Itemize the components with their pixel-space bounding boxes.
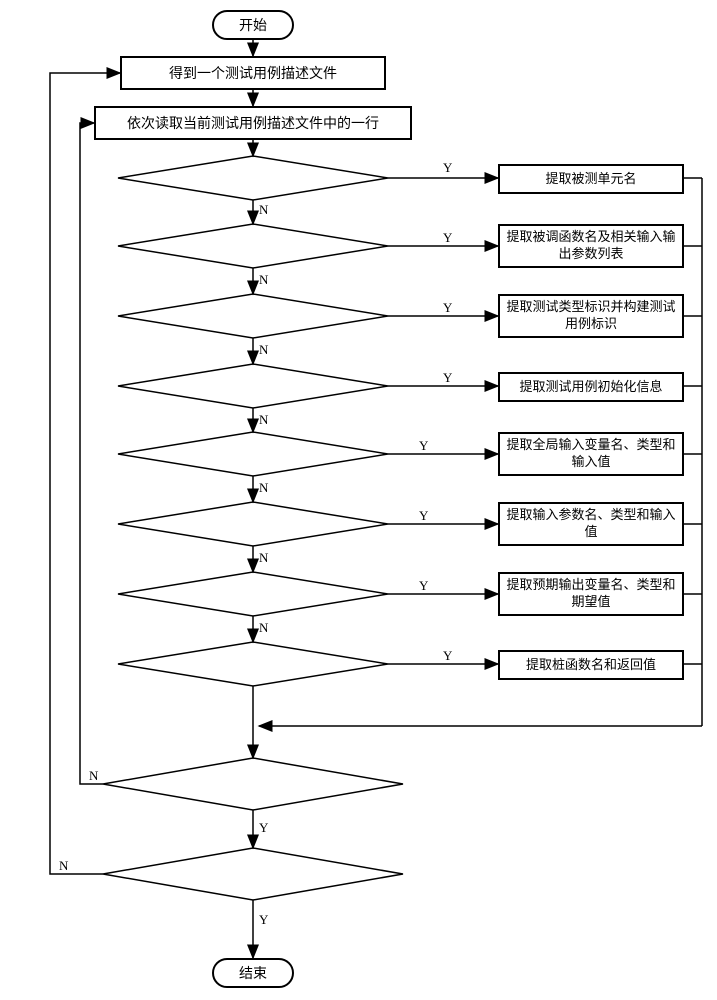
flowchart-svg <box>0 0 717 1000</box>
